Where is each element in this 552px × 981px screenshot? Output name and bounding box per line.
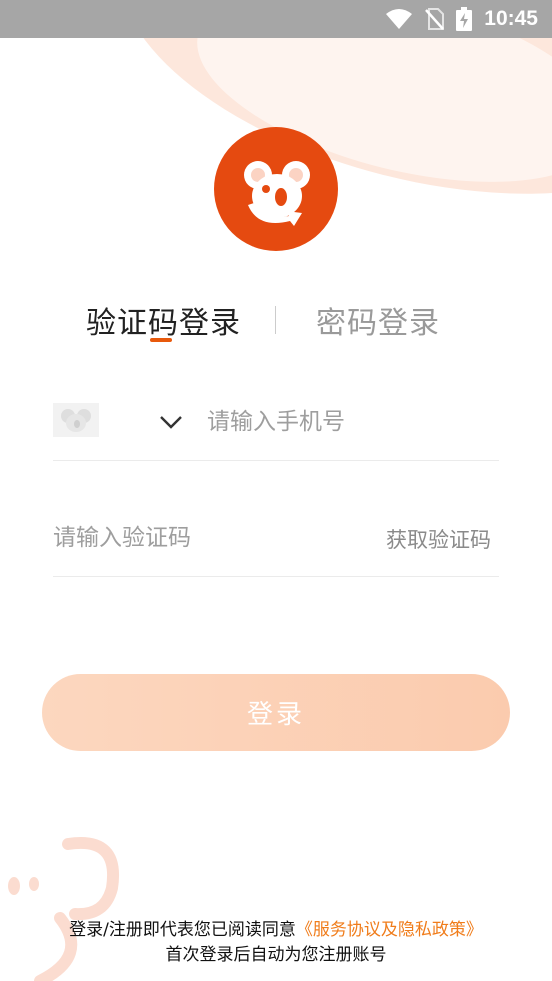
wifi-icon xyxy=(386,9,413,29)
tab-sms-login[interactable]: 验证码登录 xyxy=(86,298,241,342)
agreement-line: 登录/注册即代表您已阅读同意《服务协议及隐私政策》 xyxy=(0,918,552,943)
phone-number-input[interactable] xyxy=(207,402,497,442)
verification-code-row: 获取验证码 xyxy=(53,508,499,577)
country-flag-icon[interactable] xyxy=(53,403,99,437)
tab-divider xyxy=(275,306,276,334)
auto-register-note: 首次登录后自动为您注册账号 xyxy=(165,945,387,965)
battery-charging-icon xyxy=(456,7,473,31)
verification-code-input[interactable] xyxy=(53,518,353,558)
policy-link[interactable]: 《服务协议及隐私政策》 xyxy=(296,920,483,940)
no-sim-icon xyxy=(424,8,445,30)
phone-field-row xyxy=(53,392,499,461)
active-tab-indicator xyxy=(150,338,172,342)
get-code-button[interactable]: 获取验证码 xyxy=(386,524,491,554)
status-time: 10:45 xyxy=(484,7,538,30)
koala-logo-icon xyxy=(244,161,310,226)
chevron-down-icon[interactable] xyxy=(159,410,183,434)
login-tabs: 验证码登录 密码登录 xyxy=(0,290,552,350)
tab-password-login[interactable]: 密码登录 xyxy=(316,298,440,342)
agreement-prefix: 登录/注册即代表您已阅读同意 xyxy=(69,920,296,940)
login-button[interactable]: 登录 xyxy=(42,674,510,751)
status-bar: 10:45 xyxy=(0,0,552,38)
app-logo xyxy=(214,127,338,251)
agreement-text: 登录/注册即代表您已阅读同意《服务协议及隐私政策》 首次登录后自动为您注册账号 xyxy=(0,918,552,968)
